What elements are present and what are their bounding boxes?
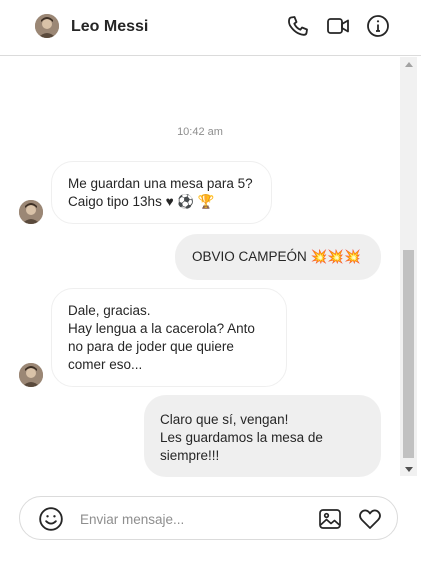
contact-avatar[interactable] <box>35 14 59 38</box>
message-text: Me guardan una mesa para 5? <box>68 176 253 191</box>
message-thread: 10:42 am Me guardan una mesa para 5? Cai… <box>0 57 400 477</box>
message-composer <box>19 496 398 540</box>
message-text: OBVIO CAMPEÓN 💥💥💥 <box>192 249 361 264</box>
contact-avatar-small[interactable] <box>19 200 43 224</box>
message-input[interactable] <box>80 507 300 531</box>
message-timestamp: 10:42 am <box>177 126 223 138</box>
phone-icon[interactable] <box>285 13 311 39</box>
message-text: Dale, gracias. <box>68 303 151 318</box>
message-text: siempre!!! <box>160 448 220 463</box>
scroll-down-arrow[interactable] <box>400 462 417 476</box>
scrollbar[interactable] <box>400 57 417 476</box>
image-icon[interactable] <box>317 506 343 532</box>
message-text: no para de joder que quiere <box>68 339 234 354</box>
message-bubble-incoming[interactable]: Dale, gracias. Hay lengua a la cacerola?… <box>51 288 287 387</box>
scroll-up-arrow[interactable] <box>400 57 417 71</box>
contact-name[interactable]: Leo Messi <box>71 17 148 37</box>
chat-header: Leo Messi <box>0 0 421 56</box>
message-bubble-incoming[interactable]: Me guardan una mesa para 5? Caigo tipo 1… <box>51 161 272 224</box>
video-camera-icon[interactable] <box>325 13 351 39</box>
message-text: Claro que sí, vengan! <box>160 412 289 427</box>
message-text: Hay lengua a la cacerola? Anto <box>68 321 255 336</box>
heart-icon[interactable] <box>357 506 383 532</box>
message-text: Caigo tipo 13hs ♥ ⚽ 🏆 <box>68 194 215 209</box>
message-bubble-outgoing[interactable]: OBVIO CAMPEÓN 💥💥💥 <box>175 234 381 280</box>
message-text: comer eso... <box>68 357 143 372</box>
contact-avatar-small[interactable] <box>19 363 43 387</box>
message-text: Les guardamos la mesa de <box>160 430 323 445</box>
info-icon[interactable] <box>365 13 391 39</box>
scroll-thumb[interactable] <box>403 250 414 458</box>
emoji-icon[interactable] <box>38 506 64 532</box>
message-bubble-outgoing[interactable]: Claro que sí, vengan! Les guardamos la m… <box>144 395 381 477</box>
